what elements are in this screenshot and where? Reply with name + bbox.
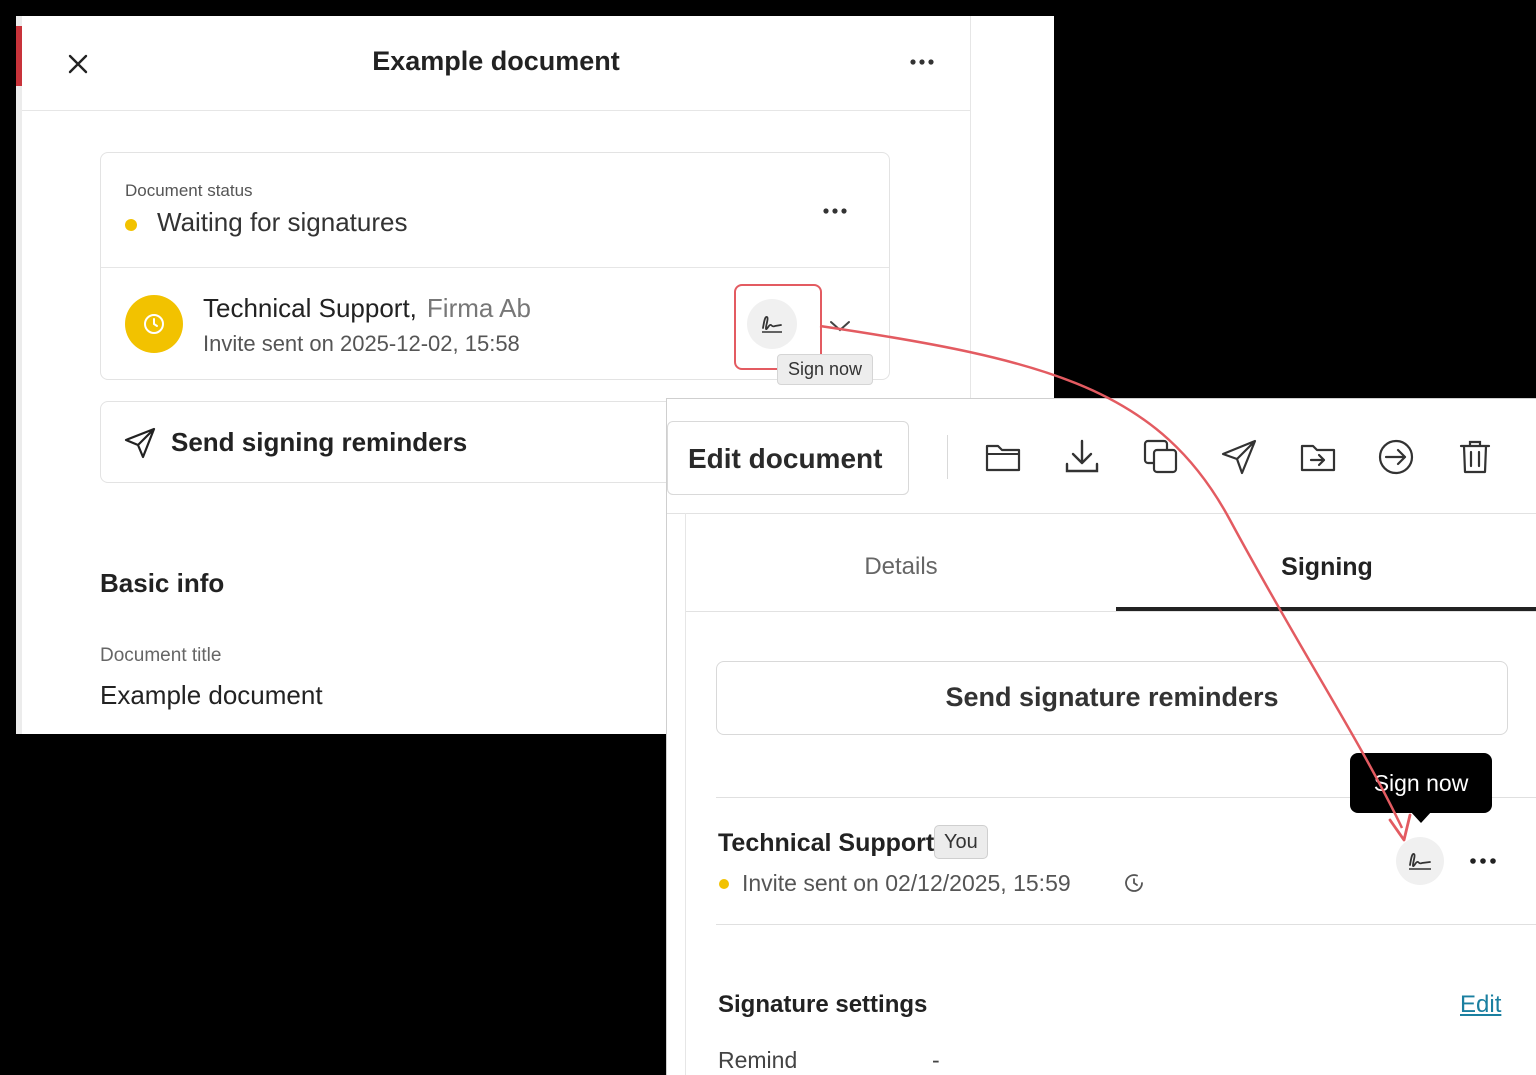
export-icon[interactable]	[1374, 435, 1418, 479]
sign-now-tooltip-label: Sign now	[1373, 770, 1469, 796]
clock-icon	[144, 314, 164, 334]
tab-bar: Details Signing	[686, 513, 1536, 612]
document-toolbar: Edit document	[667, 399, 1536, 514]
panel-header: Example document	[22, 16, 970, 111]
basic-info-heading: Basic info	[100, 568, 225, 598]
page-title: Example document	[372, 46, 620, 76]
folder-icon[interactable]	[981, 435, 1025, 479]
sign-now-button[interactable]	[1396, 837, 1444, 885]
send-signature-reminders-button[interactable]: Send signature reminders	[716, 661, 1508, 735]
divider	[716, 924, 1536, 925]
more-options-icon[interactable]	[906, 50, 938, 74]
active-tab-indicator	[1116, 607, 1536, 611]
document-panel-new: Edit document Details Signing Send signa…	[666, 398, 1536, 1075]
move-folder-icon[interactable]	[1296, 435, 1340, 479]
remind-value: -	[932, 1047, 940, 1073]
signer-name: Technical Support	[718, 829, 935, 857]
edit-document-button[interactable]: Edit document	[667, 421, 909, 495]
send-signing-reminders-label: Send signing reminders	[171, 427, 468, 457]
document-status-label: Document status	[125, 181, 253, 200]
tab-details[interactable]: Details	[686, 513, 1116, 611]
status-more-options-icon[interactable]	[819, 199, 851, 223]
tooltip-pointer	[1410, 811, 1432, 823]
signer-more-options-icon[interactable]	[1466, 849, 1500, 873]
trash-icon[interactable]	[1453, 435, 1497, 479]
send-signature-reminders-label: Send signature reminders	[945, 682, 1279, 712]
tab-signing[interactable]: Signing	[1116, 513, 1536, 611]
tab-signing-label: Signing	[1281, 553, 1373, 581]
signing-content: Details Signing Send signature reminders…	[685, 513, 1536, 1075]
edit-signature-settings-link[interactable]: Edit	[1460, 991, 1501, 1019]
signer-name: Technical Support, Firma Ab	[203, 293, 531, 324]
signer-invite-date: Invite sent on 02/12/2025, 15:59	[742, 870, 1071, 896]
send-icon[interactable]	[1217, 435, 1261, 479]
status-dot	[719, 879, 729, 889]
tab-details-label: Details	[864, 553, 938, 580]
send-icon	[124, 427, 156, 459]
download-icon[interactable]	[1060, 435, 1104, 479]
signer-avatar	[125, 295, 183, 353]
edit-document-label: Edit document	[688, 443, 883, 474]
divider	[101, 267, 889, 268]
signer-invite-date: Invite sent on 2025-12-02, 15:58	[203, 331, 520, 356]
signer-company: Firma Ab	[426, 293, 531, 323]
you-badge: You	[934, 825, 988, 859]
document-status-value: Waiting for signatures	[157, 207, 408, 237]
signer-name-text: Technical Support,	[203, 293, 417, 323]
background-strip	[16, 16, 22, 734]
signature-settings-heading: Signature settings	[718, 991, 928, 1018]
signature-icon	[1409, 853, 1431, 870]
remind-label: Remind	[718, 1047, 798, 1073]
document-title-label: Document title	[100, 645, 222, 666]
document-title-value: Example document	[100, 680, 323, 710]
copy-icon[interactable]	[1139, 435, 1183, 479]
sign-now-tooltip: Sign now	[1350, 753, 1492, 813]
clock-icon	[1122, 871, 1146, 895]
chevron-down-icon[interactable]	[827, 317, 853, 335]
sign-now-tooltip: Sign now	[777, 354, 874, 385]
toolbar-separator	[947, 435, 948, 479]
status-dot	[125, 219, 137, 231]
